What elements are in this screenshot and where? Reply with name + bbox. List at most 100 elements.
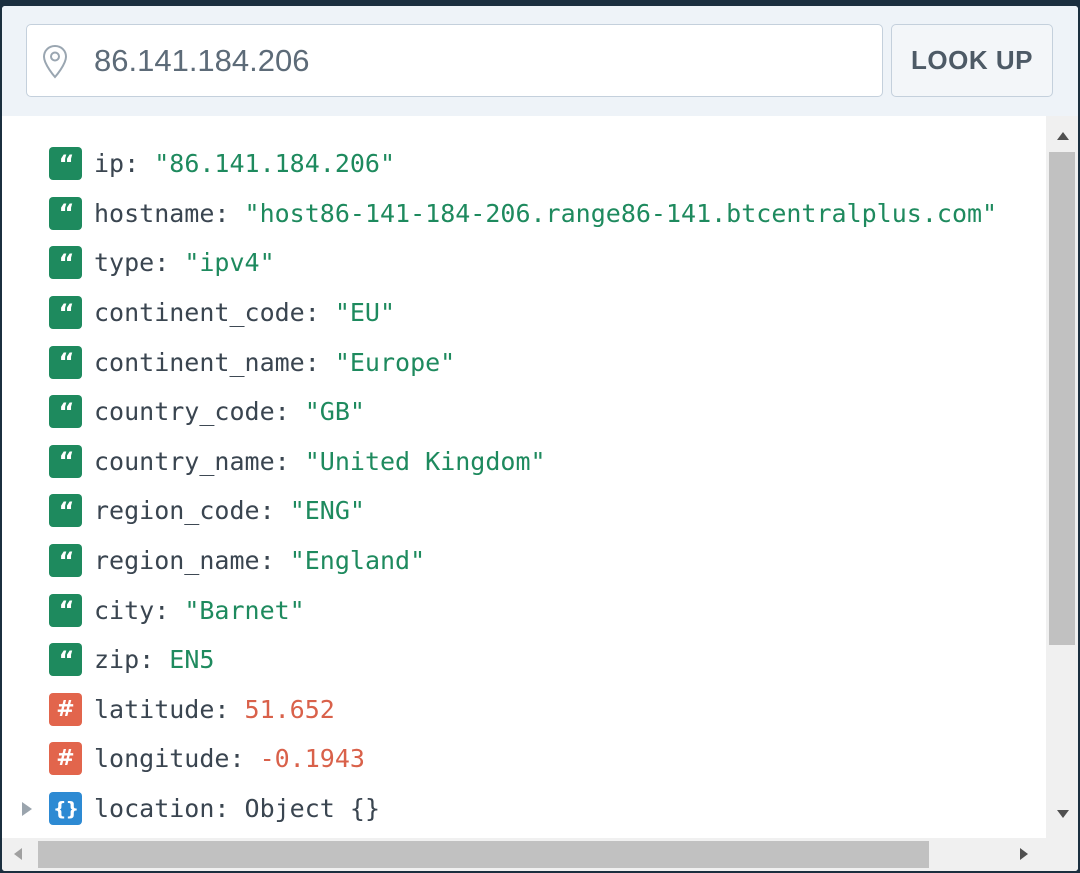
tree-row-text: continent_name: "Europe" [94, 348, 455, 377]
field-value: "GB" [304, 397, 365, 427]
key-separator: : [274, 397, 305, 427]
string-type-icon: “ [49, 593, 82, 627]
field-value: -0.1943 [259, 744, 365, 774]
field-key: type [94, 248, 155, 278]
key-separator: : [304, 298, 335, 328]
field-value: "United Kingdom" [304, 446, 546, 476]
tree-row-text: hostname: "host86-141-184-206.range86-14… [94, 199, 997, 228]
field-key: region_name [94, 546, 260, 576]
object-type-icon: {} [49, 792, 82, 826]
tree-row-text: continent_code: "EU" [94, 298, 395, 327]
key-separator: : [214, 794, 245, 824]
string-type-icon: “ [49, 395, 82, 429]
tree-row-text: country_code: "GB" [94, 397, 365, 426]
tree-row-location[interactable]: {} location: Object {} [2, 784, 1046, 834]
field-value: EN5 [169, 645, 215, 675]
tree-row-hostname[interactable]: “ hostname: "host86-141-184-206.range86-1… [2, 189, 1046, 239]
ip-lookup-panel: 86.141.184.206 LOOK UP “ ip: "86.141.184.… [2, 6, 1078, 871]
tree-row-text: latitude: 51.652 [94, 695, 335, 724]
key-separator: : [274, 446, 305, 476]
key-separator: : [124, 149, 155, 179]
field-value: "Barnet" [184, 595, 305, 625]
string-type-icon: “ [49, 296, 82, 330]
scroll-down-arrow-icon[interactable] [1057, 810, 1069, 818]
string-type-icon: “ [49, 196, 82, 230]
field-value: "EU" [334, 298, 396, 328]
field-value: "England" [289, 546, 426, 576]
tree-row-region-name[interactable]: “ region_name: "England" [2, 536, 1046, 586]
scroll-left-arrow-icon[interactable] [14, 848, 22, 860]
expand-arrow-icon[interactable] [22, 801, 32, 816]
tree-row-type[interactable]: “ type: "ipv4" [2, 238, 1046, 288]
string-type-icon: “ [49, 643, 82, 677]
field-key: zip [94, 645, 140, 675]
field-key: region_code [94, 496, 260, 526]
tree-row-continent-code[interactable]: “ continent_code: "EU" [2, 288, 1046, 338]
search-bar: 86.141.184.206 LOOK UP [2, 6, 1078, 116]
look-up-button[interactable]: LOOK UP [891, 24, 1053, 97]
tree-row-text: region_code: "ENG" [94, 496, 365, 525]
string-type-icon: “ [49, 544, 82, 578]
number-type-icon: # [49, 692, 82, 726]
tree-row-text: type: "ipv4" [94, 248, 275, 277]
field-value: Object {} [244, 794, 380, 824]
field-value: 51.652 [244, 694, 335, 724]
tree-row-longitude[interactable]: # longitude: -0.1943 [2, 734, 1046, 784]
scroll-right-arrow-icon[interactable] [1020, 848, 1028, 860]
field-value: "Europe" [334, 347, 456, 377]
vertical-scrollbar[interactable] [1046, 116, 1078, 838]
field-key: ip [94, 149, 125, 179]
tree-row-continent-name[interactable]: “ continent_name: "Europe" [2, 337, 1046, 387]
field-key: latitude [94, 694, 215, 724]
key-separator: : [139, 645, 170, 675]
number-type-icon: # [49, 742, 82, 776]
tree-row-city[interactable]: “ city: "Barnet" [2, 585, 1046, 635]
tree-row-latitude[interactable]: # latitude: 51.652 [2, 685, 1046, 735]
key-separator: : [214, 694, 245, 724]
field-value: "86.141.184.206" [154, 149, 396, 179]
field-value: "ipv4" [184, 248, 275, 278]
key-separator: : [259, 496, 290, 526]
key-separator: : [214, 198, 245, 228]
key-separator: : [259, 546, 290, 576]
field-key: longitude [94, 744, 230, 774]
tree-row-text: location: Object {} [94, 794, 380, 823]
tree-row-ip[interactable]: “ ip: "86.141.184.206" [2, 139, 1046, 189]
tree-row-zip[interactable]: “ zip: EN5 [2, 635, 1046, 685]
field-key: hostname [94, 198, 215, 228]
string-type-icon: “ [49, 246, 82, 280]
tree-row-region-code[interactable]: “ region_code: "ENG" [2, 486, 1046, 536]
map-pin-icon [42, 44, 68, 79]
field-key: continent_code [94, 298, 305, 328]
vertical-scroll-thumb[interactable] [1049, 152, 1075, 645]
tree-row-text: longitude: -0.1943 [94, 744, 365, 773]
field-key: country_name [94, 446, 275, 476]
ip-search-input[interactable]: 86.141.184.206 [26, 24, 883, 97]
json-tree: “ ip: "86.141.184.206" “ hostname: "host86-… [2, 116, 1046, 838]
tree-row-text: ip: "86.141.184.206" [94, 149, 395, 178]
tree-row-text: city: "Barnet" [94, 596, 305, 625]
tree-row-country-code[interactable]: “ country_code: "GB" [2, 387, 1046, 437]
key-separator: : [304, 347, 335, 377]
field-key: location [94, 794, 215, 824]
key-separator: : [229, 744, 260, 774]
string-type-icon: “ [49, 494, 82, 528]
tree-row-text: region_name: "England" [94, 546, 425, 575]
tree-row-text: zip: EN5 [94, 645, 214, 674]
horizontal-scrollbar[interactable] [2, 838, 1046, 871]
field-key: continent_name [94, 347, 305, 377]
scrollbar-corner [1046, 838, 1078, 871]
horizontal-scroll-thumb[interactable] [38, 841, 929, 868]
ip-input-value[interactable]: 86.141.184.206 [94, 25, 310, 96]
tree-row-text: country_name: "United Kingdom" [94, 447, 546, 476]
tree-row-country-name[interactable]: “ country_name: "United Kingdom" [2, 437, 1046, 487]
key-separator: : [154, 248, 185, 278]
field-value: "host86-141-184-206.range86-141.btcentra… [244, 198, 998, 228]
field-key: country_code [94, 397, 275, 427]
string-type-icon: “ [49, 345, 82, 379]
field-key: city [94, 595, 155, 625]
string-type-icon: “ [49, 147, 82, 181]
string-type-icon: “ [49, 444, 82, 478]
scroll-up-arrow-icon[interactable] [1057, 132, 1069, 140]
key-separator: : [154, 595, 185, 625]
